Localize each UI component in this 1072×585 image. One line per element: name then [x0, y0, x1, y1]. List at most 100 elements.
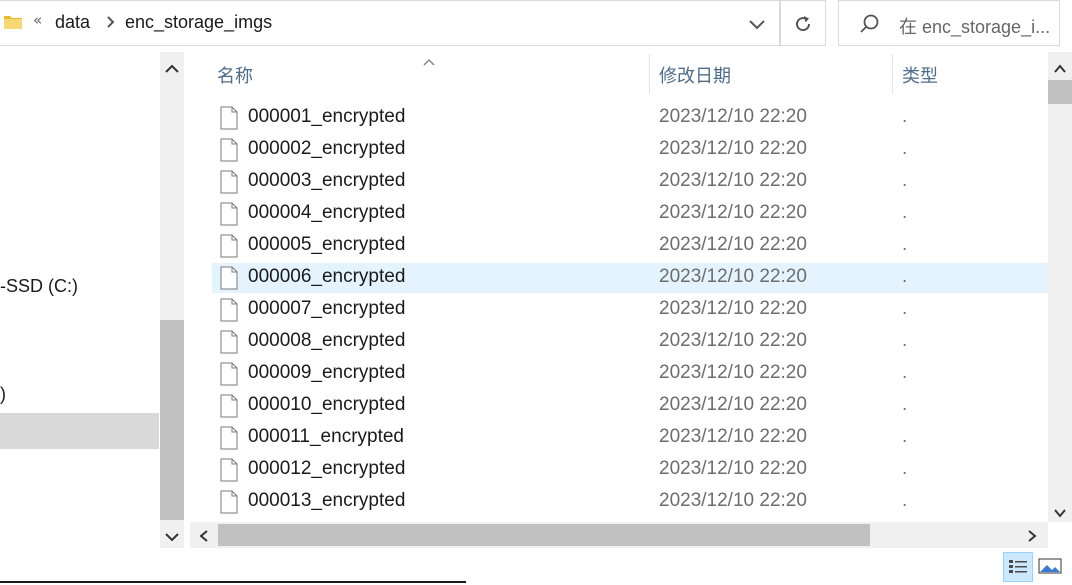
refresh-icon	[796, 16, 811, 32]
table-row[interactable]: 000013_encrypted 2023/12/10 22:20.	[212, 487, 1048, 517]
nav-item-selected[interactable]	[0, 413, 159, 449]
file-type: .	[902, 138, 908, 159]
large-icons-view-button[interactable]	[1036, 552, 1066, 582]
file-date: 2023/12/10 22:20	[659, 266, 807, 287]
scroll-right-arrow-icon[interactable]	[1026, 528, 1038, 547]
file-name[interactable]: 000010_encrypted	[248, 394, 405, 416]
scroll-left-arrow-icon[interactable]	[198, 528, 210, 547]
table-row[interactable]: 000005_encrypted 2023/12/10 22:20.	[212, 231, 1048, 261]
nav-scrollbar-thumb[interactable]	[160, 320, 184, 520]
breadcrumb-enc-storage-imgs[interactable]: enc_storage_imgs	[125, 12, 272, 33]
file-icon	[220, 170, 238, 194]
column-header-type[interactable]: 类型	[902, 62, 938, 88]
file-date: 2023/12/10 22:20	[659, 170, 807, 191]
file-date: 2023/12/10 22:20	[659, 202, 807, 223]
file-name[interactable]: 000002_encrypted	[248, 138, 405, 160]
nav-item-ssd-c[interactable]: -SSD (C:)	[0, 276, 78, 297]
table-row[interactable]: 000010_encrypted 2023/12/10 22:20.	[212, 391, 1048, 421]
vertical-scrollbar-thumb[interactable]	[1048, 80, 1072, 104]
file-type: .	[902, 266, 908, 287]
search-icon	[860, 14, 879, 33]
navigation-pane: -SSD (C:) )	[0, 52, 160, 548]
file-icon	[220, 394, 238, 418]
file-type: .	[902, 234, 908, 255]
file-type: .	[902, 298, 908, 319]
file-icon	[220, 330, 238, 354]
folder-icon	[4, 13, 22, 31]
table-row[interactable]: 000009_encrypted 2023/12/10 22:20.	[212, 359, 1048, 389]
file-date: 2023/12/10 22:20	[659, 234, 807, 255]
horizontal-scrollbar-thumb[interactable]	[218, 524, 870, 546]
table-row[interactable]: 000011_encrypted 2023/12/10 22:20.	[212, 423, 1048, 453]
file-name[interactable]: 000008_encrypted	[248, 330, 405, 352]
search-input[interactable]: 在 enc_storage_i...	[838, 0, 1060, 46]
file-icon	[220, 426, 238, 450]
table-row[interactable]: 000001_encrypted 2023/12/10 22:20.	[212, 103, 1048, 133]
file-type: .	[902, 394, 908, 415]
table-row[interactable]: 000012_encrypted 2023/12/10 22:20.	[212, 455, 1048, 485]
file-name[interactable]: 000003_encrypted	[248, 170, 405, 192]
file-name[interactable]: 000004_encrypted	[248, 202, 405, 224]
file-name[interactable]: 000001_encrypted	[248, 106, 405, 128]
file-name[interactable]: 000005_encrypted	[248, 234, 405, 256]
chevron-right-icon[interactable]	[104, 14, 118, 30]
file-icon	[220, 362, 238, 386]
file-type: .	[902, 362, 908, 383]
file-type: .	[902, 106, 908, 127]
file-icon	[220, 202, 238, 226]
column-header-date[interactable]: 修改日期	[659, 62, 731, 88]
file-type: .	[902, 490, 908, 511]
table-row[interactable]: 000006_encrypted 2023/12/10 22:20.	[212, 263, 1048, 293]
address-bar[interactable]: « data enc_storage_imgs	[0, 0, 780, 46]
file-type: .	[902, 202, 908, 223]
scroll-down-arrow-icon[interactable]	[164, 528, 180, 547]
search-placeholder: 在 enc_storage_i...	[899, 17, 1051, 37]
scroll-up-arrow-icon[interactable]	[1053, 60, 1067, 79]
file-list-horizontal-scrollbar[interactable]	[190, 522, 1048, 548]
table-row[interactable]: 000008_encrypted 2023/12/10 22:20.	[212, 327, 1048, 357]
file-date: 2023/12/10 22:20	[659, 298, 807, 319]
scroll-down-arrow-icon[interactable]	[1053, 504, 1067, 523]
table-row[interactable]: 000003_encrypted 2023/12/10 22:20.	[212, 167, 1048, 197]
nav-scrollbar[interactable]	[160, 52, 184, 548]
nav-item-label: -SSD (C:)	[0, 276, 78, 296]
refresh-button[interactable]	[780, 0, 826, 46]
file-name[interactable]: 000012_encrypted	[248, 458, 405, 480]
column-header-name[interactable]: 名称	[217, 62, 253, 88]
file-icon	[220, 490, 238, 514]
file-icon	[220, 138, 238, 162]
table-row[interactable]: 000002_encrypted 2023/12/10 22:20.	[212, 135, 1048, 165]
file-type: .	[902, 426, 908, 447]
scroll-up-arrow-icon[interactable]	[164, 60, 180, 79]
file-name[interactable]: 000011_encrypted	[248, 426, 404, 448]
file-icon	[220, 298, 238, 322]
file-icon	[220, 458, 238, 482]
file-list: 名称 修改日期 类型 000001_encrypted 2023/12/10 22…	[190, 52, 1048, 522]
file-date: 2023/12/10 22:20	[659, 490, 807, 511]
status-bar	[0, 548, 1072, 585]
file-list-vertical-scrollbar[interactable]	[1048, 52, 1072, 522]
large-icons-view-icon	[1038, 558, 1062, 574]
file-name[interactable]: 000006_encrypted	[248, 266, 405, 288]
table-row[interactable]: 000004_encrypted 2023/12/10 22:20.	[212, 199, 1048, 229]
file-name[interactable]: 000009_encrypted	[248, 362, 405, 384]
details-view-icon	[1009, 560, 1027, 573]
file-type: .	[902, 170, 908, 191]
sort-ascending-icon	[422, 52, 436, 66]
collapse-chevron-icon[interactable]: «	[33, 11, 42, 29]
nav-item-drive[interactable]: )	[0, 384, 6, 405]
file-name[interactable]: 000013_encrypted	[248, 490, 405, 512]
column-divider[interactable]	[649, 54, 650, 94]
breadcrumb-data[interactable]: data	[55, 12, 90, 33]
chevron-down-icon[interactable]	[746, 16, 768, 32]
file-icon	[220, 234, 238, 258]
file-icon	[220, 266, 238, 290]
file-name[interactable]: 000007_encrypted	[248, 298, 405, 320]
column-divider[interactable]	[892, 54, 893, 94]
file-icon	[220, 106, 238, 130]
table-row[interactable]: 000007_encrypted 2023/12/10 22:20.	[212, 295, 1048, 325]
file-date: 2023/12/10 22:20	[659, 106, 807, 127]
file-date: 2023/12/10 22:20	[659, 458, 807, 479]
details-view-button[interactable]	[1003, 552, 1033, 582]
nav-item-label: )	[0, 384, 6, 404]
